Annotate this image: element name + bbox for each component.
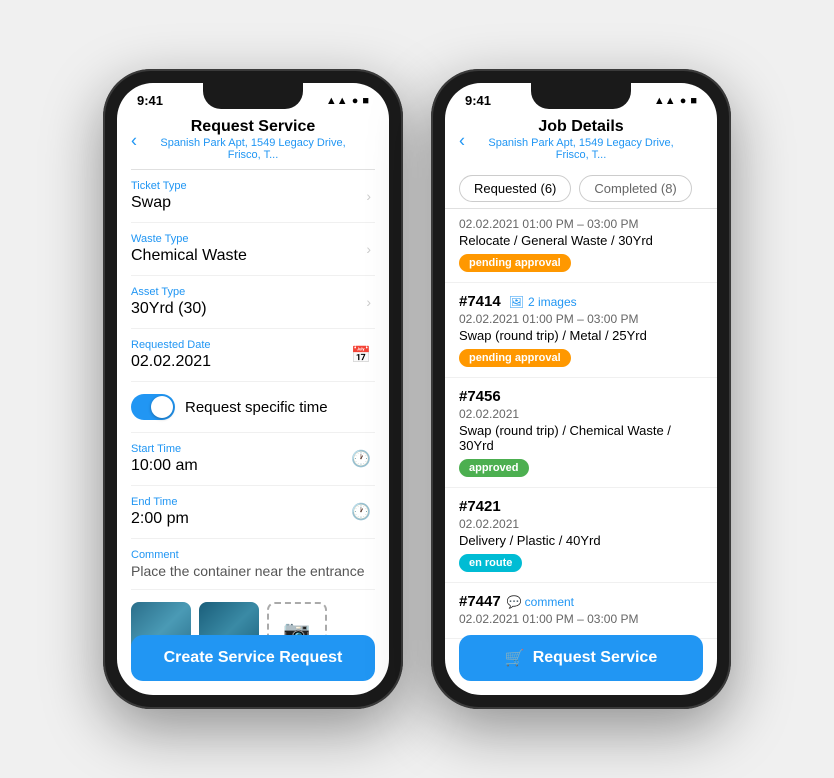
job-num-7414: #7414 [459,293,501,310]
job-num-7447: #7447 [459,593,501,610]
image-icon-7414: 🖼 [509,295,524,309]
job-item-7447[interactable]: #7447 💬 comment 02.02.2021 01:00 PM – 03… [445,583,717,639]
request-service-button[interactable]: 🛒 Request Service [459,635,703,681]
back-button-2[interactable]: ‹ [459,130,465,151]
requested-date-value: 02.02.2021 [131,353,375,371]
job-desc-7456: Swap (round trip) / Chemical Waste / 30Y… [459,423,703,453]
status-icons-1: ▲▲ ● ■ [326,95,369,107]
asset-type-field[interactable]: Asset Type 30Yrd (30) › [131,276,375,329]
job-badge-7421: en route [459,554,522,572]
status-time-2: 9:41 [465,93,491,108]
calendar-icon: 📅 [351,345,371,365]
job-num-7456: #7456 [459,388,703,405]
start-time-label: Start Time [131,443,375,455]
comment-value: Place the container near the entrance [131,563,375,579]
ticket-type-label: Ticket Type [131,180,375,192]
end-time-clock-icon: 🕐 [351,502,371,522]
start-time-field[interactable]: Start Time 10:00 am 🕐 [131,433,375,486]
create-service-request-button[interactable]: Create Service Request [131,635,375,681]
asset-type-value: 30Yrd (30) [131,300,375,318]
job-list: 02.02.2021 01:00 PM – 03:00 PM Relocate … [445,209,717,661]
status-time-1: 9:41 [137,93,163,108]
job-date-7414: 02.02.2021 01:00 PM – 03:00 PM [459,312,703,326]
tabs-row: Requested (6) Completed (8) [445,169,717,209]
job-badge-7414: pending approval [459,349,571,367]
toggle-row[interactable]: Request specific time [131,382,375,433]
ticket-type-value: Swap [131,194,375,212]
page-title-1: Request Service [157,118,349,136]
job-desc-7421: Delivery / Plastic / 40Yrd [459,533,703,548]
notch-1 [203,83,303,109]
end-time-label: End Time [131,496,375,508]
signal-icon-2: ▲▲ [654,95,676,107]
nav-header-2: ‹ Job Details Spanish Park Apt, 1549 Leg… [445,112,717,169]
requested-date-field[interactable]: Requested Date 02.02.2021 📅 [131,329,375,382]
job-date-7421: 02.02.2021 [459,517,703,531]
signal-icon: ▲▲ [326,95,348,107]
waste-type-value: Chemical Waste [131,247,375,265]
comment-label-7447: comment [525,595,574,609]
page-subtitle-1: Spanish Park Apt, 1549 Legacy Drive, Fri… [157,137,349,161]
waste-type-field[interactable]: Waste Type Chemical Waste › [131,223,375,276]
job-desc-7414: Swap (round trip) / Metal / 25Yrd [459,328,703,343]
form-section: Ticket Type Swap › Waste Type Chemical W… [117,170,389,652]
comment-badge-7447: 💬 comment [507,595,574,609]
job-first-date: 02.02.2021 01:00 PM – 03:00 PM [459,217,703,231]
end-time-field[interactable]: End Time 2:00 pm 🕐 [131,486,375,539]
phone-1-screen: 9:41 ▲▲ ● ■ ‹ Request Service Spanish Pa… [117,83,389,695]
phone-2-screen: 9:41 ▲▲ ● ■ ‹ Job Details Spanish Park A… [445,83,717,695]
waste-type-chevron: › [366,241,371,257]
waste-type-label: Waste Type [131,233,375,245]
comment-icon-7447: 💬 [507,595,522,609]
tab-completed[interactable]: Completed (8) [579,175,691,202]
job-item-first[interactable]: 02.02.2021 01:00 PM – 03:00 PM Relocate … [445,209,717,283]
wifi-icon: ● [352,95,359,107]
job-item-7456[interactable]: #7456 02.02.2021 Swap (round trip) / Che… [445,378,717,488]
cart-icon: 🛒 [505,648,525,668]
job-first-badge: pending approval [459,254,571,272]
toggle-knob [151,396,173,418]
battery-icon-2: ■ [690,95,697,107]
job-item-7421[interactable]: #7421 02.02.2021 Delivery / Plastic / 40… [445,488,717,583]
requested-date-label: Requested Date [131,339,375,351]
comment-label: Comment [131,549,375,561]
back-button-1[interactable]: ‹ [131,130,137,151]
comment-field[interactable]: Comment Place the container near the ent… [131,539,375,590]
notch-2 [531,83,631,109]
job-badge-7456: approved [459,459,529,477]
page-title-2: Job Details [485,118,677,136]
asset-type-chevron: › [366,294,371,310]
end-time-value: 2:00 pm [131,510,375,528]
start-time-clock-icon: 🕐 [351,449,371,469]
toggle-label: Request specific time [185,399,328,416]
image-count-7414: 2 images [528,295,577,309]
job-images-7414: 🖼 2 images [509,295,577,309]
ticket-type-chevron: › [366,188,371,204]
job-num-7421: #7421 [459,498,703,515]
battery-icon: ■ [362,95,369,107]
job-date-7447: 02.02.2021 01:00 PM – 03:00 PM [459,612,703,626]
asset-type-label: Asset Type [131,286,375,298]
status-icons-2: ▲▲ ● ■ [654,95,697,107]
page-subtitle-2: Spanish Park Apt, 1549 Legacy Drive, Fri… [485,137,677,161]
ticket-type-field[interactable]: Ticket Type Swap › [131,170,375,223]
nav-header-1: ‹ Request Service Spanish Park Apt, 1549… [117,112,389,169]
job-date-7456: 02.02.2021 [459,407,703,421]
phone-2: 9:41 ▲▲ ● ■ ‹ Job Details Spanish Park A… [431,69,731,709]
job-item-7414[interactable]: #7414 🖼 2 images 02.02.2021 01:00 PM – 0… [445,283,717,378]
request-service-label: Request Service [533,649,658,667]
start-time-value: 10:00 am [131,457,375,475]
request-time-toggle[interactable] [131,394,175,420]
tab-requested[interactable]: Requested (6) [459,175,571,202]
phone-1: 9:41 ▲▲ ● ■ ‹ Request Service Spanish Pa… [103,69,403,709]
wifi-icon-2: ● [680,95,687,107]
job-first-desc: Relocate / General Waste / 30Yrd [459,233,703,248]
